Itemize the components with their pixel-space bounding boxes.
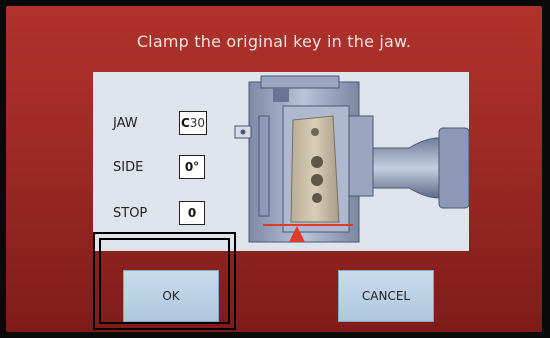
jaw-value: C	[180, 116, 190, 130]
jaw-value-suffix: 30	[189, 116, 206, 130]
cancel-button[interactable]: CANCEL	[338, 270, 434, 322]
instruction-text: Clamp the original key in the jaw.	[136, 32, 412, 51]
stop-value: 0	[187, 206, 197, 220]
side-value: 0°	[184, 160, 200, 174]
side-label: SIDE	[113, 160, 144, 175]
cancel-button-label: CANCEL	[361, 289, 411, 303]
stop-label: STOP	[113, 206, 148, 221]
stop-value-box[interactable]: 0	[179, 201, 205, 225]
key-clamp-panel: JAW C 30 SIDE 0° STOP 0	[93, 72, 469, 251]
key-clamp-illustration	[234, 75, 469, 243]
side-value-box[interactable]: 0°	[179, 155, 205, 179]
ok-highlight-inner	[99, 238, 230, 324]
jaw-value-box[interactable]: C 30	[179, 111, 207, 135]
screen: Clamp the original key in the jaw. JAW C…	[6, 6, 542, 332]
jaw-label: JAW	[113, 116, 138, 131]
